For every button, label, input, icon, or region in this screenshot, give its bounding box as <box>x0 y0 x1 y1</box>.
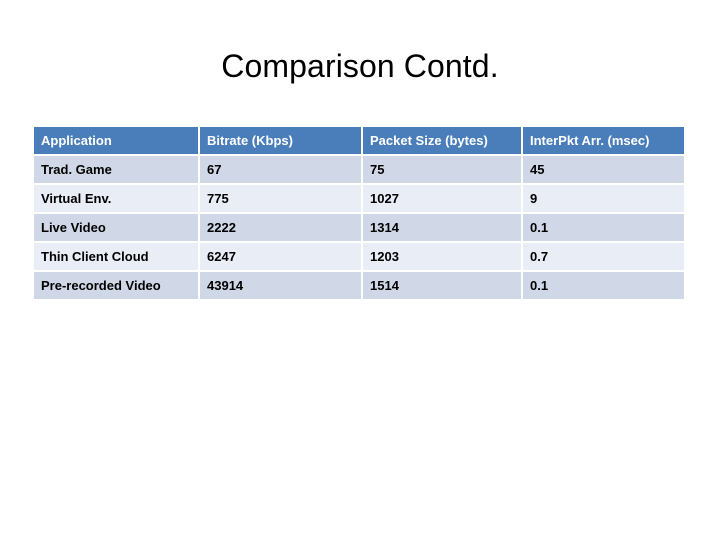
cell-interpkt-arrival: 9 <box>523 185 684 212</box>
cell-interpkt-arrival: 0.1 <box>523 272 684 299</box>
cell-bitrate: 67 <box>200 156 361 183</box>
cell-packet-size: 1027 <box>363 185 521 212</box>
table-row: Trad. Game 67 75 45 <box>34 156 684 183</box>
slide-canvas: Comparison Contd. Application Bitrate (K… <box>0 0 720 540</box>
cell-application: Trad. Game <box>34 156 198 183</box>
table-header: Application Bitrate (Kbps) Packet Size (… <box>34 127 684 154</box>
cell-bitrate: 6247 <box>200 243 361 270</box>
column-header-bitrate: Bitrate (Kbps) <box>200 127 361 154</box>
table-row: Virtual Env. 775 1027 9 <box>34 185 684 212</box>
cell-packet-size: 1314 <box>363 214 521 241</box>
cell-packet-size: 1514 <box>363 272 521 299</box>
cell-bitrate: 2222 <box>200 214 361 241</box>
cell-bitrate: 775 <box>200 185 361 212</box>
cell-application: Virtual Env. <box>34 185 198 212</box>
table-row: Thin Client Cloud 6247 1203 0.7 <box>34 243 684 270</box>
page-title: Comparison Contd. <box>221 48 499 84</box>
comparison-table-container: Application Bitrate (Kbps) Packet Size (… <box>34 127 686 299</box>
column-header-packet-size: Packet Size (bytes) <box>363 127 521 154</box>
column-header-interpkt-arrival: InterPkt Arr. (msec) <box>523 127 684 154</box>
cell-packet-size: 1203 <box>363 243 521 270</box>
table-body: Trad. Game 67 75 45 Virtual Env. 775 102… <box>34 156 684 299</box>
cell-application: Thin Client Cloud <box>34 243 198 270</box>
table-row: Live Video 2222 1314 0.1 <box>34 214 684 241</box>
cell-bitrate: 43914 <box>200 272 361 299</box>
comparison-table: Application Bitrate (Kbps) Packet Size (… <box>32 125 686 301</box>
column-header-application: Application <box>34 127 198 154</box>
cell-application: Live Video <box>34 214 198 241</box>
table-row: Pre-recorded Video 43914 1514 0.1 <box>34 272 684 299</box>
table-header-row: Application Bitrate (Kbps) Packet Size (… <box>34 127 684 154</box>
cell-interpkt-arrival: 0.7 <box>523 243 684 270</box>
cell-packet-size: 75 <box>363 156 521 183</box>
cell-application: Pre-recorded Video <box>34 272 198 299</box>
cell-interpkt-arrival: 45 <box>523 156 684 183</box>
cell-interpkt-arrival: 0.1 <box>523 214 684 241</box>
